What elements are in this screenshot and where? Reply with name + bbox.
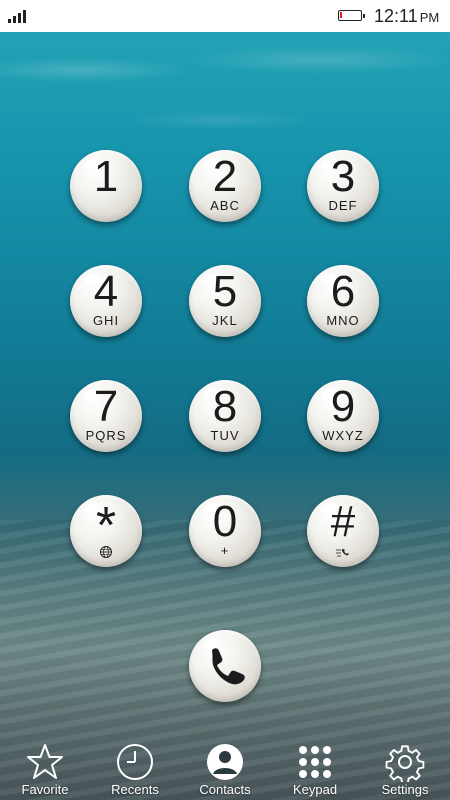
key-letters: JKL xyxy=(212,313,238,328)
phone-icon xyxy=(212,648,245,685)
key-8[interactable]: 8 TUV xyxy=(189,380,261,452)
bottom-nav: Favorite Recents Contacts Keypad Setting… xyxy=(0,738,450,800)
key-hash[interactable]: # xyxy=(307,495,379,567)
call-button[interactable] xyxy=(189,630,261,702)
key-star[interactable]: * xyxy=(70,495,142,567)
key-digit: 1 xyxy=(93,152,119,201)
nav-settings[interactable]: Settings xyxy=(360,738,450,800)
key-digit: * xyxy=(95,497,117,555)
nav-favorite[interactable]: Favorite xyxy=(0,738,90,800)
nav-label: Contacts xyxy=(199,782,251,797)
key-letters: ABC xyxy=(210,198,240,213)
key-4[interactable]: 4 GHI xyxy=(70,265,142,337)
nav-label: Favorite xyxy=(21,782,69,797)
speed-dial-icon xyxy=(336,548,349,557)
key-letters: DEF xyxy=(328,198,358,213)
key-digit: 3 xyxy=(330,152,356,201)
key-letters: + xyxy=(220,543,230,558)
key-digit: 8 xyxy=(212,382,238,431)
gear-icon xyxy=(385,745,425,782)
key-letters: WXYZ xyxy=(322,428,364,443)
key-6[interactable]: 6 MNO xyxy=(307,265,379,337)
contact-icon xyxy=(207,744,243,780)
battery-level xyxy=(340,12,342,18)
signal-icon xyxy=(8,9,26,23)
key-letters: MNO xyxy=(326,313,360,328)
key-digit: 2 xyxy=(212,152,238,201)
key-digit: # xyxy=(330,497,356,546)
clock-icon xyxy=(117,744,153,780)
key-1[interactable]: 1 xyxy=(70,150,142,222)
key-9[interactable]: 9 WXYZ xyxy=(307,380,379,452)
key-letters: TUV xyxy=(210,428,240,443)
clock-time: 12:11 xyxy=(374,6,418,26)
key-digit: 5 xyxy=(212,267,238,316)
key-letters: PQRS xyxy=(85,428,127,443)
keypad-grid-icon xyxy=(299,746,331,778)
star-icon xyxy=(27,744,63,779)
nav-contacts[interactable]: Contacts xyxy=(180,738,270,800)
key-5[interactable]: 5 JKL xyxy=(189,265,261,337)
key-digit: 4 xyxy=(93,267,119,316)
key-digit: 9 xyxy=(330,382,356,431)
status-bar: 12:11 PM xyxy=(0,0,450,32)
nav-label: Settings xyxy=(381,782,429,797)
clock-ampm: PM xyxy=(419,10,440,25)
status-clock: 12:11 PM xyxy=(374,6,439,27)
key-7[interactable]: 7 PQRS xyxy=(70,380,142,452)
key-digit: 6 xyxy=(330,267,356,316)
battery-icon xyxy=(338,10,365,21)
key-3[interactable]: 3 DEF xyxy=(307,150,379,222)
nav-recents[interactable]: Recents xyxy=(90,738,180,800)
key-letters: GHI xyxy=(92,313,120,328)
key-0[interactable]: 0 + xyxy=(189,495,261,567)
nav-keypad[interactable]: Keypad xyxy=(270,738,360,800)
nav-label: Keypad xyxy=(292,782,338,797)
globe-icon xyxy=(100,546,112,558)
key-digit: 7 xyxy=(93,382,119,431)
key-digit: 0 xyxy=(212,497,238,546)
key-2[interactable]: 2 ABC xyxy=(189,150,261,222)
nav-label: Recents xyxy=(111,782,159,797)
